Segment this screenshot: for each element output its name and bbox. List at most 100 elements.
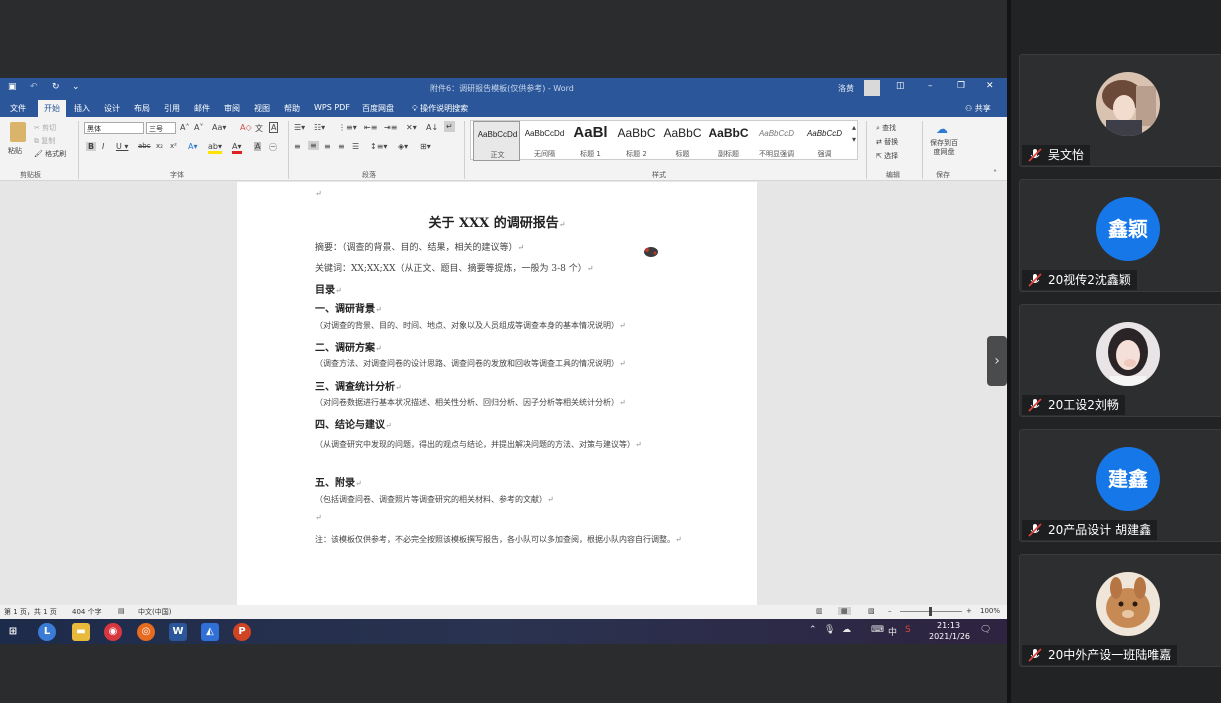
strikethrough-icon[interactable]: abc bbox=[138, 142, 151, 150]
collapse-panel-button[interactable]: › bbox=[987, 336, 1007, 386]
font-size-select[interactable]: 三号 bbox=[146, 122, 176, 134]
mic-muted-icon[interactable] bbox=[1028, 148, 1042, 162]
close-icon[interactable]: ✕ bbox=[986, 81, 994, 91]
print-layout-icon[interactable]: ▦ bbox=[838, 607, 851, 615]
participant-card[interactable]: 吴文怡 bbox=[1019, 54, 1221, 167]
tab-home[interactable]: 开始 bbox=[38, 100, 66, 117]
style-no-spacing[interactable]: AaBbCcDd 无间隔 bbox=[521, 121, 568, 161]
clock-time[interactable]: 21:13 bbox=[937, 621, 960, 630]
character-shading-icon[interactable]: A bbox=[254, 142, 262, 151]
tab-insert[interactable]: 插入 bbox=[74, 103, 90, 114]
ime-indicator[interactable]: 中 bbox=[888, 625, 897, 638]
page-count[interactable]: 第 1 页，共 1 页 bbox=[4, 607, 57, 617]
ribbon-display-icon[interactable]: ◫ bbox=[896, 81, 905, 91]
style-heading-2[interactable]: AaBbC 标题 2 bbox=[613, 121, 660, 161]
tab-baidu-netdisk[interactable]: 百度网盘 bbox=[362, 103, 394, 114]
participant-card[interactable]: 20工设2刘畅 bbox=[1019, 304, 1221, 417]
mic-muted-icon[interactable] bbox=[1028, 398, 1042, 412]
participant-card[interactable]: 20中外产设一班陆唯嘉 bbox=[1019, 554, 1221, 667]
style-title[interactable]: AaBbC 标题 bbox=[659, 121, 706, 161]
enclose-character-icon[interactable]: ㊀ bbox=[269, 142, 277, 153]
styles-scroll-up-icon[interactable]: ▴ bbox=[852, 123, 856, 132]
powerpoint-app-icon[interactable]: P bbox=[233, 623, 251, 641]
grow-font-icon[interactable]: A˄ bbox=[180, 123, 189, 132]
cut-button[interactable]: ✂ 剪切 bbox=[34, 123, 56, 133]
tell-me-search[interactable]: 💡︎ 操作说明搜索 bbox=[412, 103, 468, 114]
character-border-icon[interactable]: A bbox=[269, 122, 279, 133]
user-name[interactable]: 洛黄 bbox=[838, 83, 854, 94]
line-spacing-icon[interactable]: ↕≡▾ bbox=[370, 142, 387, 151]
windows-start-icon[interactable]: ⊞ bbox=[4, 623, 22, 641]
firefox-icon[interactable]: ◎ bbox=[137, 623, 155, 641]
bullets-icon[interactable]: ☰▾ bbox=[294, 123, 305, 132]
justify-icon[interactable]: ≡ bbox=[338, 142, 345, 151]
keyboard-icon[interactable]: ⌨ bbox=[871, 625, 884, 635]
style-subtitle[interactable]: AaBbC 副标题 bbox=[705, 121, 752, 161]
zoom-level[interactable]: 100% bbox=[980, 607, 1000, 615]
language-indicator[interactable]: 中文(中国) bbox=[138, 607, 171, 617]
sort-icon[interactable]: A↓ bbox=[426, 123, 438, 132]
distributed-icon[interactable]: ☰ bbox=[352, 142, 359, 151]
tab-design[interactable]: 设计 bbox=[104, 103, 120, 114]
tray-overflow-icon[interactable]: ⌃ bbox=[809, 625, 817, 635]
select-button[interactable]: ⇱ 选择 bbox=[876, 151, 898, 161]
chinese-layout-icon[interactable]: ✕▾ bbox=[406, 123, 417, 132]
paste-icon[interactable] bbox=[10, 122, 26, 142]
clear-format-icon[interactable]: A◇ bbox=[240, 123, 252, 132]
format-painter-button[interactable]: 🖌︎ 格式刷 bbox=[34, 149, 66, 159]
style-normal[interactable]: AaBbCcDd 正文 bbox=[473, 121, 520, 161]
netease-music-icon[interactable]: ◉ bbox=[104, 623, 122, 641]
decrease-indent-icon[interactable]: ⇤≡ bbox=[364, 123, 377, 132]
replace-button[interactable]: ⇄ 替换 bbox=[876, 137, 898, 147]
tab-review[interactable]: 审阅 bbox=[224, 103, 240, 114]
tab-layout[interactable]: 布局 bbox=[134, 103, 150, 114]
tab-mailings[interactable]: 邮件 bbox=[194, 103, 210, 114]
tab-references[interactable]: 引用 bbox=[164, 103, 180, 114]
proofing-icon[interactable]: ▤ bbox=[118, 607, 125, 615]
bold-icon[interactable]: B bbox=[86, 142, 97, 151]
zoom-in-icon[interactable]: + bbox=[966, 607, 972, 615]
save-to-baidu-button[interactable]: 保存到百度网盘 bbox=[927, 139, 961, 157]
clock-date[interactable]: 2021/1/26 bbox=[929, 632, 970, 641]
shading-icon[interactable]: ◈▾ bbox=[398, 142, 408, 151]
superscript-icon[interactable]: x² bbox=[170, 142, 177, 150]
user-avatar[interactable] bbox=[864, 80, 880, 96]
font-color-icon[interactable]: A▾ bbox=[232, 142, 242, 154]
minimize-icon[interactable]: – bbox=[928, 81, 933, 91]
cloud-icon[interactable]: ☁ bbox=[936, 122, 948, 136]
share-button[interactable]: ⚇ 共享 bbox=[965, 103, 991, 114]
text-effects-icon[interactable]: A▾ bbox=[188, 142, 198, 151]
style-subtle-emphasis[interactable]: AaBbCcD 不明显强调 bbox=[753, 121, 800, 161]
paste-button[interactable]: 粘贴 bbox=[8, 146, 22, 156]
undo-icon[interactable]: ↶ bbox=[30, 82, 38, 92]
align-left-icon[interactable]: ≡ bbox=[294, 142, 301, 151]
redo-icon[interactable]: ↻ bbox=[52, 82, 60, 92]
word-app-icon[interactable]: W bbox=[169, 623, 187, 641]
style-emphasis[interactable]: AaBbCcD 强调 bbox=[801, 121, 848, 161]
change-case-icon[interactable]: Aa▾ bbox=[212, 123, 226, 132]
style-heading-1[interactable]: AaBl 标题 1 bbox=[567, 121, 614, 161]
highlight-icon[interactable]: ab▾ bbox=[208, 142, 222, 154]
copy-button[interactable]: ⧉ 复制 bbox=[34, 136, 55, 146]
collapse-ribbon-icon[interactable]: ˄ bbox=[993, 169, 997, 178]
meeting-tray-icon[interactable]: ☁ bbox=[842, 625, 851, 635]
styles-scroll-down-icon[interactable]: ▾ bbox=[852, 135, 856, 144]
document-page[interactable]: ↵ 关于 XXX 的调研报告↵ 摘要：（调查的背景、目的、结果，相关的建议等）↵… bbox=[237, 182, 757, 607]
zoom-slider-thumb[interactable] bbox=[929, 607, 932, 616]
borders-icon[interactable]: ⊞▾ bbox=[420, 142, 431, 151]
increase-indent-icon[interactable]: ⇥≡ bbox=[384, 123, 397, 132]
sogou-input-icon[interactable]: S bbox=[905, 625, 911, 635]
subscript-icon[interactable]: x₂ bbox=[156, 142, 163, 150]
save-icon[interactable]: ▣ bbox=[8, 82, 17, 92]
underline-icon[interactable]: U ▾ bbox=[116, 142, 128, 151]
mic-muted-icon[interactable] bbox=[1028, 648, 1042, 662]
italic-icon[interactable]: I bbox=[102, 142, 104, 151]
microphone-icon[interactable]: 🎙︎ bbox=[824, 625, 835, 635]
tab-file[interactable]: 文件 bbox=[10, 103, 26, 114]
customize-toolbar-icon[interactable]: ⌄ bbox=[72, 82, 80, 92]
font-name-select[interactable]: 黑体 bbox=[84, 122, 144, 134]
tab-wps-pdf[interactable]: WPS PDF bbox=[314, 103, 350, 112]
phonetic-guide-icon[interactable]: 文 bbox=[255, 123, 263, 134]
notifications-icon[interactable]: 🗨︎ bbox=[980, 625, 991, 635]
find-button[interactable]: ⌕ 查找 bbox=[876, 123, 896, 133]
